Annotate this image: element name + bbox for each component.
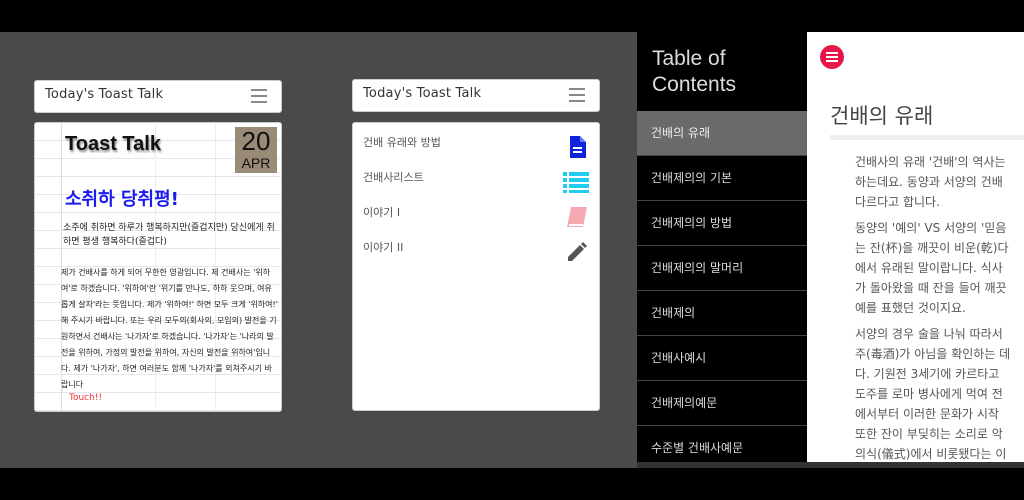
toast-headline: 소취하 당취평! [65, 189, 179, 210]
article-title: 건배의 유래 [830, 104, 934, 128]
paragraph-line: 다. 기원전 3세기에 카르타고 [855, 367, 1000, 381]
toc-item-basics[interactable]: 건배제의의 기본 [637, 156, 807, 201]
panel2-header: Today's Toast Talk [352, 79, 600, 112]
article-content: 건배의 유래 건배사의 유래 '건배'의 역사는 하는데요. 동양과 서양의 건… [807, 32, 1024, 462]
book-icon[interactable] [565, 205, 589, 229]
toc-item-method[interactable]: 건배제의의 방법 [637, 201, 807, 246]
paragraph-line: 가 돌아왔을 때 잔을 들어 깨끗 [855, 281, 1007, 295]
panel2-menu: 건배 유래와 방법 건배사리스트 이야기 I 이야기 II [352, 122, 600, 411]
paragraph-line: 하는데요. 동양과 서양의 건배 [855, 175, 1003, 189]
toc-item-level-examples[interactable]: 수준별 건배사예문 [637, 426, 807, 462]
paragraph-line: 는 잔(杯)을 깨끗이 비운(乾)다 [855, 241, 1009, 255]
bottom-letterbox [0, 468, 1024, 500]
table-of-contents: Table of Contents 건배의 유래 건배제의의 기본 건배제의의 … [637, 32, 807, 462]
toc-title-line1: Table of [652, 47, 726, 70]
hamburger-menu-icon[interactable] [251, 89, 267, 103]
paragraph-line: 서양의 경우 술을 나눠 따라서 [855, 327, 1003, 341]
menu-fab-button[interactable] [820, 45, 844, 69]
toast-talk-logo: Toast Talk [65, 133, 161, 155]
list-icon[interactable] [563, 170, 589, 194]
date-badge: 20 APR [235, 127, 277, 173]
menu-item-origin[interactable]: 건배 유래와 방법 [363, 133, 441, 153]
panel1-header: Today's Toast Talk [34, 80, 282, 113]
toast-intro: 소주에 취하면 하루가 행복하지만(즐겁지만) 당신에게 취하면 평생 행복하다… [63, 223, 275, 247]
menu-item-story-2[interactable]: 이야기 II [363, 238, 403, 258]
toc-item-proposal[interactable]: 건배제의 [637, 291, 807, 336]
hamburger-menu-icon[interactable] [569, 88, 585, 102]
panel1-page: Toast Talk 20 APR 소취하 당취평! 소주에 취하면 하루가 행… [34, 122, 282, 412]
paragraph-line: 주(毒酒)가 아님을 확인하는 데 [855, 347, 1011, 361]
toc-item-opening[interactable]: 건배제의의 말머리 [637, 246, 807, 291]
toc-item-sample-texts[interactable]: 건배제의예문 [637, 381, 807, 426]
date-day: 20 [241, 126, 271, 156]
touch-link[interactable]: Touch!! [69, 393, 102, 403]
paragraph-line: 다르다고 합니다. [855, 195, 940, 209]
toc-title-line2: Contents [652, 73, 737, 96]
toc-item-examples[interactable]: 건배사예시 [637, 336, 807, 381]
toc-item-origin[interactable]: 건배의 유래 [637, 111, 807, 156]
paragraph-line: 에서 유래된 말이랍니다. 식사 [855, 261, 1003, 275]
document-icon[interactable] [565, 135, 589, 159]
toc-title: Table of Contents [652, 46, 736, 98]
date-month: APR [241, 155, 271, 171]
paragraph-line: 의식(儀式)에서 비롯됐다는 이 [855, 447, 1007, 461]
paragraph-line: 예를 표했던 것이지요. [855, 301, 966, 315]
menu-item-story-1[interactable]: 이야기 I [363, 203, 400, 223]
app-title: Today's Toast Talk [45, 87, 164, 102]
pencil-icon[interactable] [565, 240, 589, 264]
paragraph: 건배사의 유래 '건배'의 역사는 하는데요. 동양과 서양의 건배 다르다고 … [855, 152, 1024, 212]
toast-body: 제가 건배사를 하게 되어 무한한 영광입니다. 제 건배사는 '위하여'로 하… [61, 268, 278, 389]
app-title: Today's Toast Talk [363, 86, 482, 101]
menu-item-toast-list[interactable]: 건배사리스트 [363, 168, 424, 188]
paragraph-line: 동양의 '예의' VS 서양의 '믿음 [855, 221, 1007, 235]
paragraph-line: 도주를 로마 병사에게 먹여 전 [855, 387, 1003, 401]
paragraph-line: 또한 잔이 부딪히는 소리로 악 [855, 427, 1003, 441]
paragraph-line: 건배사의 유래 '건배'의 역사는 [855, 155, 1006, 169]
paragraph-line: 에서부터 이러한 문화가 시작 [855, 407, 999, 421]
paragraph: 동양의 '예의' VS 서양의 '믿음 는 잔(杯)을 깨끗이 비운(乾)다 에… [855, 218, 1024, 318]
paragraph: 서양의 경우 술을 나눠 따라서 주(毒酒)가 아님을 확인하는 데 다. 기원… [855, 324, 1024, 462]
title-divider [830, 135, 1024, 140]
